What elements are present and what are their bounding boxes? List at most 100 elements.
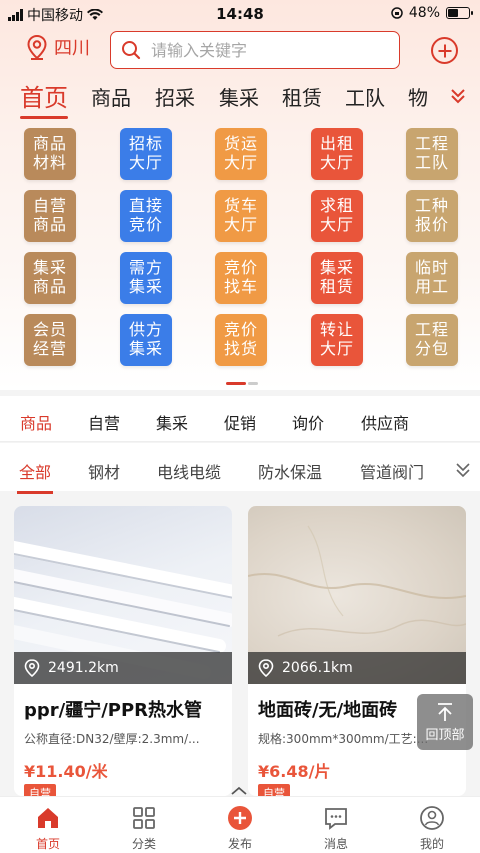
- sub-tab-steel[interactable]: 钢材: [88, 459, 120, 483]
- product-price: ¥6.48/片: [258, 762, 331, 781]
- grid-item[interactable]: 出租 大厅: [311, 128, 363, 180]
- sub-tab-pipes-valves[interactable]: 管道阀门: [360, 459, 424, 483]
- nav-category[interactable]: 分类: [109, 805, 179, 852]
- tab-bidding[interactable]: 招采: [155, 82, 195, 111]
- category-tab-inquiry[interactable]: 询价: [292, 410, 324, 434]
- grid-item[interactable]: 货运 大厅: [215, 128, 267, 180]
- grid-label: 临时 用工: [414, 258, 449, 296]
- location-selector[interactable]: 四川: [26, 34, 90, 60]
- product-title: ppr/疆宁/PPR热水管: [24, 700, 203, 721]
- grid-label: 竞价 找车: [223, 258, 258, 296]
- tab-leasing[interactable]: 租赁: [282, 82, 322, 111]
- page-indicator: [226, 382, 258, 385]
- grid-item[interactable]: 求租 大厅: [311, 190, 363, 242]
- grid-item[interactable]: 会员 经营: [24, 314, 76, 366]
- lock-rotation-icon: [391, 7, 403, 19]
- battery-percent: 48%: [408, 5, 440, 21]
- distance-text: 2066.1km: [282, 660, 353, 676]
- grid-icon: [133, 807, 155, 829]
- grid-label: 直接 竞价: [128, 196, 163, 234]
- main-tabs: 首页 商品 招采 集采 租赁 工队 物: [0, 78, 480, 119]
- grid-label: 需方 集采: [128, 258, 163, 296]
- nav-label: 我的: [419, 837, 444, 851]
- grid-label: 供方 集采: [128, 320, 163, 358]
- grid-item[interactable]: 招标 大厅: [120, 128, 172, 180]
- battery-icon: [446, 7, 473, 19]
- category-tabs: 商品 自营 集采 促销 询价 供应商: [0, 396, 480, 448]
- grid-item[interactable]: 竞价 找车: [215, 252, 267, 304]
- sub-tab-all[interactable]: 全部: [16, 459, 54, 494]
- category-tab-goods[interactable]: 商品: [17, 410, 55, 448]
- grid-item[interactable]: 工种 报价: [406, 190, 458, 242]
- distance-badge: 2491.2km: [14, 652, 232, 684]
- product-card[interactable]: 2066.1km 地面砖/无/地面砖 规格:300mm*300mm/工艺:...…: [248, 506, 466, 796]
- tab-work-team[interactable]: 工队: [345, 82, 385, 111]
- location-pin-icon: [24, 659, 40, 677]
- grid-label: 集采 商品: [32, 258, 67, 296]
- grid-item[interactable]: 供方 集采: [120, 314, 172, 366]
- grid-item[interactable]: 转让 大厅: [311, 314, 363, 366]
- grid-label: 求租 大厅: [319, 196, 354, 234]
- bottom-nav: 首页 分类 发布 消息 我的: [0, 796, 480, 853]
- product-spec: 公称直径:DN32/壁厚:2.3mm/...: [24, 732, 200, 746]
- grid-label: 出租 大厅: [319, 134, 354, 172]
- grid-item[interactable]: 集采 租赁: [311, 252, 363, 304]
- nav-label: 发布: [227, 837, 252, 851]
- search-box[interactable]: [110, 31, 400, 69]
- grid-item[interactable]: 工程 工队: [406, 128, 458, 180]
- grid-label: 自营 商品: [32, 196, 67, 234]
- category-tab-group-purchase[interactable]: 集采: [156, 410, 188, 434]
- nav-messages[interactable]: 消息: [301, 805, 371, 852]
- distance-text: 2491.2km: [48, 660, 119, 676]
- plus-circle-icon: [228, 806, 252, 830]
- grid-item[interactable]: 货车 大厅: [215, 190, 267, 242]
- double-chevron-down-icon[interactable]: [448, 86, 468, 106]
- sub-category-tabs: 全部 钢材 电线电缆 防水保温 管道阀门: [0, 443, 480, 494]
- distance-badge: 2066.1km: [248, 652, 466, 684]
- grid-item[interactable]: 商品 材料: [24, 128, 76, 180]
- tab-logistics[interactable]: 物: [408, 82, 428, 111]
- home-icon: [38, 808, 58, 828]
- tab-goods[interactable]: 商品: [91, 82, 131, 111]
- grid-label: 招标 大厅: [128, 134, 163, 172]
- status-right: 48%: [391, 5, 473, 21]
- location-text: 四川: [54, 38, 90, 59]
- nav-publish[interactable]: 发布: [205, 805, 275, 852]
- grid-item[interactable]: 直接 竞价: [120, 190, 172, 242]
- search-icon: [122, 41, 141, 60]
- product-card[interactable]: 2491.2km ppr/疆宁/PPR热水管 公称直径:DN32/壁厚:2.3m…: [14, 506, 232, 796]
- nav-label: 首页: [35, 837, 60, 851]
- sub-tab-waterproof[interactable]: 防水保温: [258, 459, 322, 483]
- category-tab-supplier[interactable]: 供应商: [361, 410, 409, 434]
- add-button[interactable]: [431, 37, 458, 64]
- grid-label: 转让 大厅: [319, 320, 354, 358]
- status-bar: 中国移动 14:48 48%: [0, 0, 480, 28]
- back-to-top-label: 回顶部: [425, 728, 465, 743]
- nav-profile[interactable]: 我的: [397, 805, 467, 852]
- location-pin-icon: [258, 659, 274, 677]
- user-icon: [420, 806, 444, 830]
- grid-item[interactable]: 自营 商品: [24, 190, 76, 242]
- grid-label: 工程 工队: [414, 134, 449, 172]
- tab-group-purchase[interactable]: 集采: [219, 82, 259, 111]
- self-operated-badge: 自营: [24, 784, 56, 796]
- grid-label: 竞价 找货: [223, 320, 258, 358]
- grid-item[interactable]: 竞价 找货: [215, 314, 267, 366]
- search-row: 四川: [0, 31, 480, 71]
- search-input[interactable]: [151, 40, 381, 60]
- back-to-top-button[interactable]: 回顶部: [417, 694, 473, 750]
- location-pin-icon: [27, 34, 47, 60]
- product-price: ¥11.40/米: [24, 762, 108, 781]
- grid-item[interactable]: 需方 集采: [120, 252, 172, 304]
- nav-home[interactable]: 首页: [13, 805, 83, 852]
- category-tab-promotion[interactable]: 促销: [224, 410, 256, 434]
- double-chevron-down-icon[interactable]: [454, 461, 472, 479]
- grid-item[interactable]: 集采 商品: [24, 252, 76, 304]
- grid-label: 集采 租赁: [319, 258, 354, 296]
- sub-tab-cable[interactable]: 电线电缆: [157, 459, 221, 483]
- tab-home[interactable]: 首页: [20, 78, 68, 119]
- grid-item[interactable]: 工程 分包: [406, 314, 458, 366]
- category-tab-self-operated[interactable]: 自营: [88, 410, 120, 434]
- grid-item[interactable]: 临时 用工: [406, 252, 458, 304]
- nav-label: 消息: [323, 837, 348, 851]
